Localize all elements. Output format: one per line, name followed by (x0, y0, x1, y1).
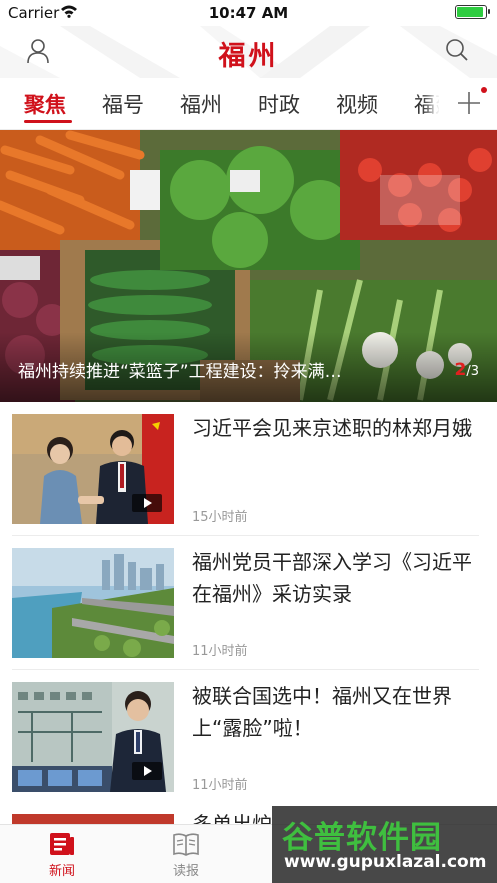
tabbar-read[interactable]: 读报 (146, 831, 226, 879)
status-bar: Carrier 10:47 AM (0, 0, 497, 26)
site-watermark: 谷普软件园 www.gupuxlazal.com (272, 806, 497, 883)
active-tab-indicator (24, 120, 72, 123)
banner-caption: 福州持续推进“菜篮子”工程建设：拎来满… (18, 362, 342, 382)
news-item[interactable]: 习近平会见来京述职的林郑月娥 15小时前 (0, 402, 497, 536)
watermark-url: www.gupuxlazal.com (284, 852, 487, 872)
book-icon (173, 833, 199, 856)
play-icon (132, 494, 162, 512)
news-item[interactable]: 被联合国选中！福州又在世界上“露脸”啦！ 11小时前 (0, 670, 497, 804)
channel-tabs: 聚焦 福号 福州 时政 视频 福建 (0, 78, 497, 130)
battery-icon (455, 5, 490, 19)
news-time: 11小时前 (192, 778, 248, 793)
news-title: 福州党员干部深入学习《习近平在福州》采访实录 (192, 550, 472, 606)
banner-pager-current: 2 (454, 360, 467, 380)
search-icon[interactable] (445, 38, 469, 62)
battery-fill (457, 7, 483, 17)
tab-politics[interactable]: 时政 (258, 89, 300, 119)
news-item[interactable]: 福州党员干部深入学习《习近平在福州》采访实录 11小时前 (0, 536, 497, 670)
clock: 10:47 AM (208, 4, 289, 22)
news-time: 11小时前 (192, 644, 248, 659)
tab-video[interactable]: 视频 (336, 89, 378, 119)
news-thumbnail (12, 682, 174, 792)
add-channel-icon[interactable] (457, 88, 481, 116)
banner-pager-total: /3 (466, 364, 479, 379)
tab-fuzhou[interactable]: 福州 (180, 89, 222, 119)
app-logo: 福州 (218, 41, 279, 72)
banner-pager: 2/3 (455, 360, 480, 380)
news-title: 习近平会见来京述职的林郑月娥 (192, 416, 472, 440)
news-time: 15小时前 (192, 510, 248, 525)
news-thumbnail (12, 414, 174, 524)
tabbar-news-label: 新闻 (48, 864, 75, 879)
tab-focus[interactable]: 聚焦 (24, 89, 66, 119)
tab-fuhao[interactable]: 福号 (102, 89, 144, 119)
new-channel-dot (481, 87, 487, 93)
news-icon (50, 833, 74, 855)
headline-banner[interactable]: 福州持续推进“菜篮子”工程建设：拎来满… 2/3 (0, 130, 497, 402)
tabbar-read-label: 读报 (172, 864, 199, 879)
news-title: 被联合国选中！福州又在世界上“露脸”啦！ (192, 684, 452, 740)
top-nav: 福州 (0, 26, 497, 78)
news-thumbnail (12, 548, 174, 658)
news-image (12, 548, 174, 658)
watermark-text: 谷普软件园 (282, 820, 442, 856)
play-icon (132, 762, 162, 780)
tabbar-news[interactable]: 新闻 (22, 831, 102, 879)
